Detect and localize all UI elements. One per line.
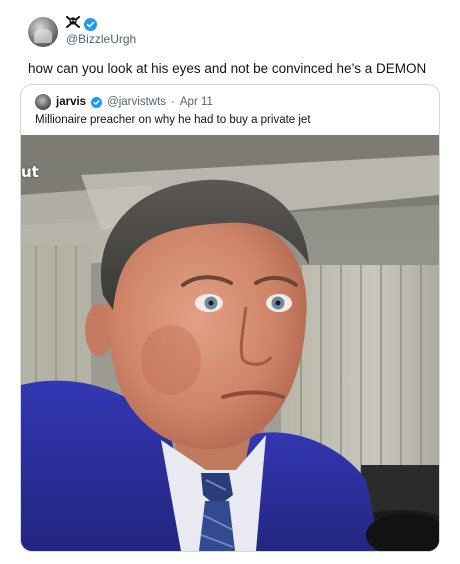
media-photo	[21, 135, 439, 551]
author-info: @BizzleUrgh	[66, 16, 136, 47]
author-name-row[interactable]	[66, 16, 136, 32]
quote-media-image[interactable]: ut	[21, 135, 439, 551]
quote-header: jarvis @jarvistwts · Apr 11	[35, 94, 213, 110]
quote-text: Millionaire preacher on why he had to bu…	[35, 114, 311, 126]
author-handle[interactable]: @BizzleUrgh	[66, 32, 136, 47]
media-watermark: ut	[21, 163, 39, 181]
quote-date[interactable]: Apr 11	[180, 96, 213, 108]
quote-verified-badge-icon	[91, 96, 103, 108]
quote-author-handle[interactable]: @jarvistwts	[107, 96, 166, 108]
quote-tweet[interactable]: jarvis @jarvistwts · Apr 11 Millionaire …	[20, 84, 440, 552]
tweet-card: @BizzleUrgh how can you look at his eyes…	[0, 0, 460, 564]
verified-badge-icon	[84, 17, 97, 31]
quote-separator: ·	[171, 96, 175, 108]
tweet-text: how can you look at his eyes and not be …	[28, 61, 427, 76]
author-avatar[interactable]	[28, 16, 58, 47]
quote-author-avatar[interactable]	[35, 94, 51, 110]
skull-crossbones-icon	[66, 16, 80, 32]
quote-author-name[interactable]: jarvis	[56, 96, 86, 108]
tweet-header: @BizzleUrgh	[28, 16, 136, 47]
